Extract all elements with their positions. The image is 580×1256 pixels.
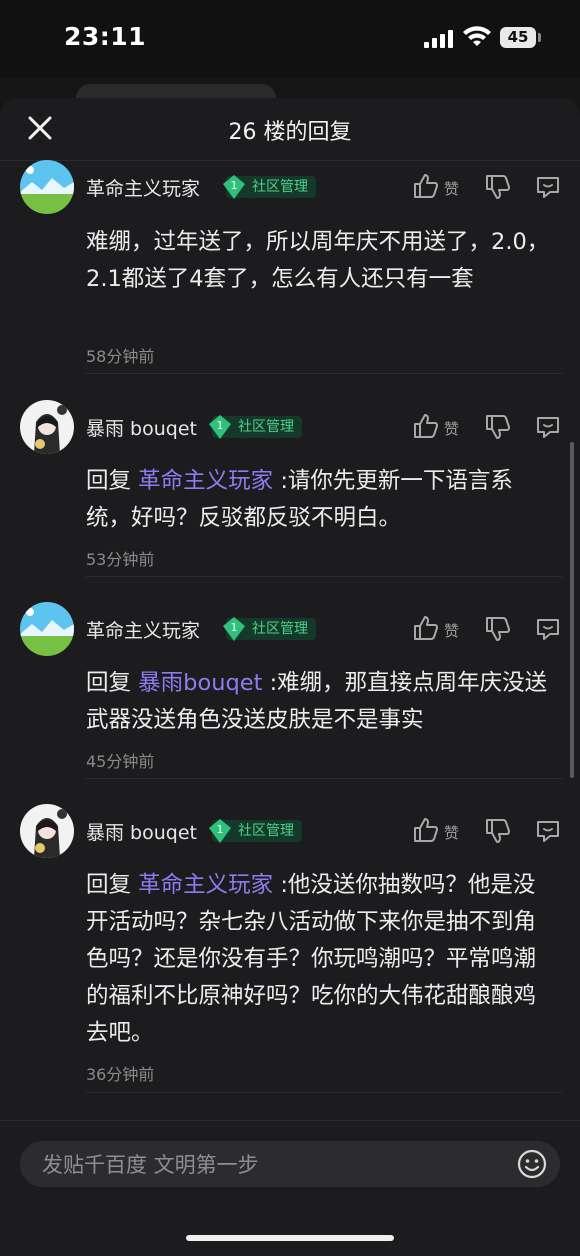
reply-prefix: 回复: [86, 872, 139, 898]
wifi-icon: [463, 26, 491, 46]
reply-text[interactable]: 难绷，过年送了，所以周年庆不用送了，2.0，2.1都送了4套了，怎么有人还只有一…: [86, 224, 556, 298]
like-label: 赞: [444, 824, 460, 842]
badge-label: 社区管理: [252, 621, 308, 637]
svg-text:1: 1: [217, 419, 224, 432]
battery-icon: 45: [500, 27, 536, 48]
reply-time: 53分钟前: [86, 550, 155, 569]
thumbs-down-icon[interactable]: [484, 172, 512, 202]
level-gem-icon: 1: [223, 175, 245, 199]
svg-text:1: 1: [231, 621, 238, 634]
like-button[interactable]: 赞: [412, 816, 468, 846]
sheet-title: 26 楼的回复: [228, 120, 352, 145]
role-badge: 1 社区管理: [223, 617, 316, 641]
avatar[interactable]: [20, 602, 74, 656]
username[interactable]: 革命主义玩家: [86, 174, 200, 201]
badge-label: 社区管理: [252, 179, 308, 195]
role-badge: 1 社区管理: [209, 819, 302, 843]
reply-time: 58分钟前: [86, 347, 155, 366]
battery-tip: [538, 33, 541, 42]
like-button[interactable]: 赞: [412, 412, 468, 442]
svg-text:1: 1: [217, 823, 224, 836]
reply-time: 36分钟前: [86, 1065, 155, 1084]
reply-item: 革命主义玩家 1 社区管理 赞 难绷，过年送了，所以周年庆不用送了，2.0，2.…: [0, 160, 580, 375]
reply-actions: 赞: [412, 816, 562, 846]
emoji-icon[interactable]: [516, 1148, 548, 1180]
username[interactable]: 暴雨 bouqet: [86, 414, 197, 441]
divider: [86, 576, 562, 577]
like-label: 赞: [444, 622, 460, 640]
thumbs-up-icon: [414, 818, 438, 842]
like-button[interactable]: 赞: [412, 172, 468, 202]
like-label: 赞: [444, 420, 460, 438]
cellular-signal-icon: [424, 30, 456, 48]
avatar[interactable]: [20, 160, 74, 214]
reply-prefix: 回复: [86, 670, 139, 696]
reply-actions: 赞: [412, 172, 562, 202]
badge-label: 社区管理: [238, 823, 294, 839]
reply-actions: 赞: [412, 412, 562, 442]
reply-list[interactable]: 革命主义玩家 1 社区管理 赞 难绷，过年送了，所以周年庆不用送了，2.0，2.…: [0, 160, 580, 1120]
like-label: 赞: [444, 180, 460, 198]
sheet-header: 26 楼的回复: [0, 98, 580, 161]
role-badge: 1 社区管理: [223, 175, 316, 199]
username[interactable]: 革命主义玩家: [86, 616, 200, 643]
svg-text:1: 1: [231, 179, 238, 192]
reply-item: 革命主义玩家 1 社区管理 赞 回复 暴雨bouqet:难绷，那直接点周年庆没…: [0, 602, 580, 780]
level-gem-icon: 1: [209, 415, 231, 439]
reply-text[interactable]: 回复 革命主义玩家 :请你先更新一下语言系统，好吗？反驳都反驳不明白。: [86, 463, 556, 537]
status-time: 23:11: [64, 22, 147, 51]
thumbs-down-icon[interactable]: [484, 412, 512, 442]
thumbs-down-icon[interactable]: [484, 816, 512, 846]
reply-sheet: 26 楼的回复 革命主义玩家 1 社区管理 赞 难绷，过年送了，所以周年庆不用送…: [0, 98, 580, 1255]
comment-icon[interactable]: [534, 412, 562, 442]
like-button[interactable]: 赞: [412, 614, 468, 644]
thumbs-up-icon: [414, 174, 438, 198]
composer-box[interactable]: [20, 1141, 560, 1189]
divider: [86, 1092, 562, 1093]
mention-link[interactable]: 革命主义玩家: [138, 468, 273, 494]
reply-text[interactable]: 回复 暴雨bouqet :难绷，那直接点周年庆没送武器没送角色没送皮肤是不是事实: [86, 665, 556, 739]
mention-link[interactable]: 革命主义玩家: [138, 872, 273, 898]
mention-link[interactable]: 暴雨bouqet: [138, 670, 262, 696]
scrollbar[interactable]: [570, 442, 574, 778]
reply-prefix: 回复: [86, 468, 139, 494]
avatar[interactable]: [20, 804, 74, 858]
thumbs-down-icon[interactable]: [484, 614, 512, 644]
reply-item: 暴雨 bouqet 1 社区管理 赞: [0, 400, 580, 578]
status-bar: 23:11 45: [0, 0, 580, 78]
level-gem-icon: 1: [223, 617, 245, 641]
reply-text[interactable]: 回复 革命主义玩家 :他没送你抽数吗？他是没开活动吗？杂七杂八活动做下来你是抽不…: [86, 867, 556, 1052]
role-badge: 1 社区管理: [209, 415, 302, 439]
reply-content: :他没送你抽数吗？他是没开活动吗？杂七杂八活动做下来你是抽不到角色吗？还是你没有…: [86, 872, 537, 1046]
reply-time: 45分钟前: [86, 752, 155, 771]
badge-label: 社区管理: [238, 419, 294, 435]
reply-item: 暴雨 bouqet 1 社区管理 赞: [0, 804, 580, 1094]
divider: [86, 373, 562, 374]
reply-content: 难绷，过年送了，所以周年庆不用送了，2.0，2.1都送了4套了，怎么有人还只有一…: [86, 229, 550, 292]
comment-icon[interactable]: [534, 816, 562, 846]
reply-input[interactable]: [40, 1141, 504, 1189]
username[interactable]: 暴雨 bouqet: [86, 818, 197, 845]
thumbs-up-icon: [414, 616, 438, 640]
thumbs-up-icon: [414, 414, 438, 438]
home-indicator: [186, 1235, 394, 1241]
comment-icon[interactable]: [534, 172, 562, 202]
level-gem-icon: 1: [209, 819, 231, 843]
avatar[interactable]: [20, 400, 74, 454]
reply-actions: 赞: [412, 614, 562, 644]
comment-icon[interactable]: [534, 614, 562, 644]
divider: [86, 778, 562, 779]
